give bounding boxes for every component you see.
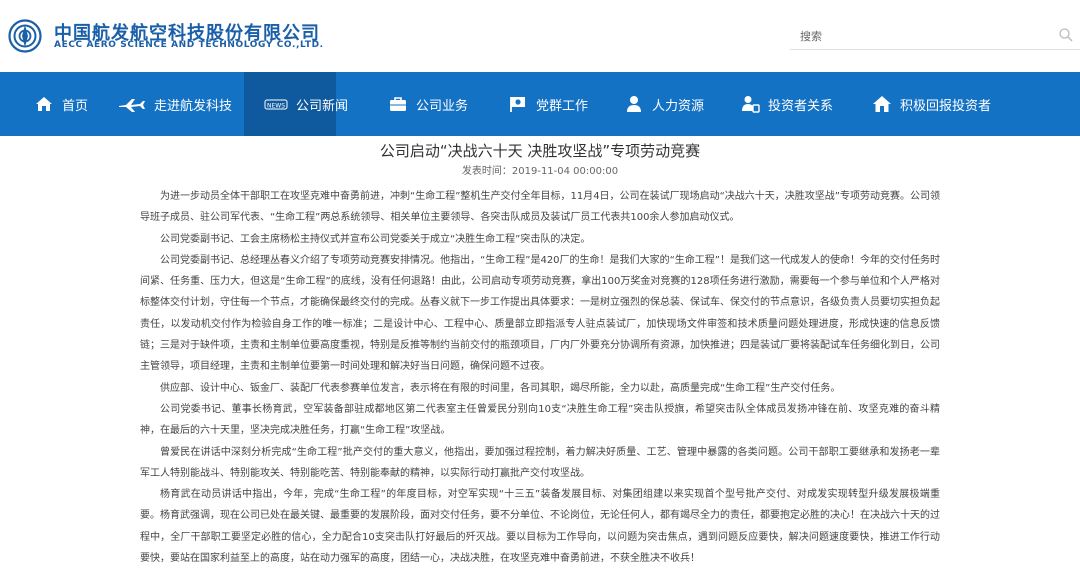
nav-item-party[interactable]: 党群工作 xyxy=(508,72,588,136)
nav-item-news[interactable]: NEWS 公司新闻 xyxy=(244,72,348,136)
article-paragraph: 曾爱民在讲话中深刻分析完成“生命工程”批产交付的重大意义，他指出，要加强过程控制… xyxy=(140,446,940,479)
article-paragraph: 杨育武在动员讲话中指出，今年，完成“生命工程”的年度目标，对空军实现“十三五”装… xyxy=(140,489,940,565)
briefcase-icon xyxy=(388,94,408,114)
nav-label: 人力资源 xyxy=(652,98,705,114)
aecc-logo-icon[interactable] xyxy=(8,19,42,53)
nav-item-hr[interactable]: 人力资源 xyxy=(624,72,704,136)
nav-item-investor-relations[interactable]: 投资者关系 xyxy=(740,72,833,136)
nav-item-business[interactable]: 公司业务 xyxy=(388,72,468,136)
search-input[interactable] xyxy=(800,27,1040,45)
article-paragraph: 公司党委副书记、总经理丛春义介绍了专项劳动竞赛安排情况。他指出，“生命工程”是4… xyxy=(140,254,940,373)
site-header: 中国航发航空科技股份有限公司 AECC AERO SCIENCE AND TEC… xyxy=(0,0,1080,72)
article-paragraph: 公司党委副书记、工会主席杨松主持仪式并宣布公司党委关于成立“决胜生命工程”突击队… xyxy=(160,233,591,245)
search-icon[interactable] xyxy=(1058,27,1074,43)
nav-label: 党群工作 xyxy=(536,98,589,114)
article-body: 为进一步动员全体干部职工在攻坚克难中奋勇前进，冲刺“生命工程”整机生产交付全年目… xyxy=(140,186,940,569)
nav-item-home[interactable]: 首页 xyxy=(34,72,88,136)
nav-label: 首页 xyxy=(62,98,89,114)
company-name-en: AECC AERO SCIENCE AND TECHNOLOGY CO.,LTD… xyxy=(54,40,324,50)
nav-label: 公司新闻 xyxy=(296,98,349,114)
main-nav: 首页 走进航发科技 NEWS 公司新闻 公司业务 党群工作 人力资源 投资者关系… xyxy=(0,72,1080,136)
person-icon xyxy=(624,94,644,114)
nav-item-about[interactable]: 走进航发科技 xyxy=(118,72,232,136)
investor-icon xyxy=(740,94,760,114)
article-paragraph: 供应部、设计中心、钣金厂、装配厂代表参赛单位发言，表示将在有限的时间里，各司其职… xyxy=(160,382,841,394)
article-paragraph: 为进一步动员全体干部职工在攻坚克难中奋勇前进，冲刺“生命工程”整机生产交付全年目… xyxy=(140,191,940,224)
article-paragraph: 公司党委书记、董事长杨育武，空军装备部驻成都地区第二代表室主任曾爱民分别向10支… xyxy=(140,403,940,437)
search-box xyxy=(790,22,1080,50)
airplane-icon xyxy=(118,94,146,114)
nav-label: 投资者关系 xyxy=(768,98,834,114)
publish-date: 发表时间：2019-11-04 00:00:00 xyxy=(461,166,619,177)
article-title: 公司启动“决战六十天 决胜攻坚战”专项劳动竞赛 xyxy=(379,142,701,160)
nav-label: 公司业务 xyxy=(416,98,469,114)
nav-label: 走进航发科技 xyxy=(154,98,233,114)
nav-label: 积极回报投资者 xyxy=(900,98,992,114)
home-icon xyxy=(34,94,54,114)
nav-item-return-investors[interactable]: 积极回报投资者 xyxy=(872,72,991,136)
house-icon xyxy=(872,94,892,114)
party-flag-icon xyxy=(508,94,528,114)
svg-text:NEWS: NEWS xyxy=(267,103,285,110)
news-icon: NEWS xyxy=(264,94,288,114)
